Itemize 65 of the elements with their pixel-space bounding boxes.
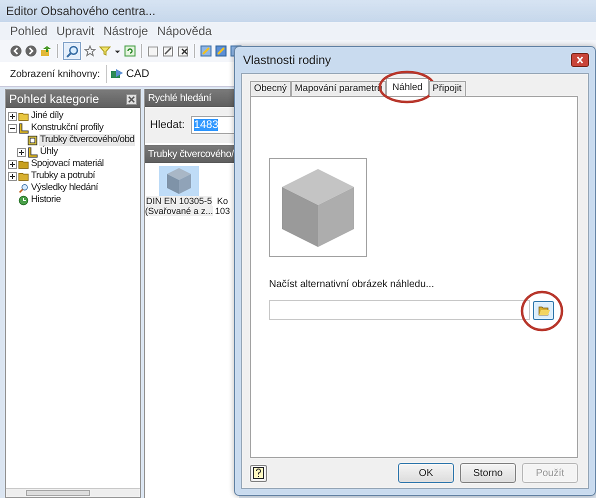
back-icon[interactable] (10, 45, 22, 57)
tree-item[interactable]: Historie (30, 194, 62, 206)
expand-icon[interactable] (8, 112, 17, 120)
square-tube-icon (27, 134, 38, 146)
help-button[interactable] (250, 464, 267, 482)
expand-icon[interactable] (8, 172, 17, 180)
expand-icon[interactable] (17, 148, 26, 156)
help-icon (253, 467, 264, 479)
refresh-icon[interactable] (124, 45, 136, 57)
tree-item[interactable]: Úhly (39, 146, 59, 158)
close-icon[interactable] (571, 53, 589, 67)
tab[interactable]: Obecný (250, 81, 291, 96)
tab[interactable]: Náhled (386, 78, 429, 96)
result-thumbnail[interactable] (159, 166, 200, 196)
file-path-field[interactable] (269, 300, 530, 320)
forward-icon[interactable] (25, 45, 37, 57)
tree-item[interactable]: Výsledky hledání (30, 182, 100, 194)
collapse-icon[interactable] (8, 124, 17, 132)
scroll-bar[interactable] (6, 488, 140, 497)
pencil-icon[interactable] (215, 45, 227, 57)
window-title: Editor Obsahového centra... (6, 4, 156, 18)
cube-icon (166, 167, 192, 195)
edit-icon[interactable] (162, 45, 174, 57)
dialog-button[interactable]: OK (398, 463, 454, 483)
close-icon[interactable] (126, 94, 137, 104)
result-label: Ko (217, 196, 228, 206)
tree-item[interactable]: Trubky a potrubí (30, 170, 96, 182)
browse-button[interactable] (533, 300, 554, 320)
folder-icon (18, 158, 29, 170)
result-label: (Svařované a z... (145, 206, 214, 216)
folder-icon (538, 304, 550, 316)
angle-profile-icon (18, 122, 29, 134)
angle-profile-icon (27, 146, 38, 158)
folder-icon (18, 110, 29, 122)
panel-title: Pohled kategorie (9, 92, 100, 106)
tab[interactable]: Připojit (428, 81, 466, 96)
menu-item[interactable]: Nápověda (157, 24, 212, 38)
star-icon[interactable] (84, 45, 96, 57)
panel-title: Trubky čtvercového/ (148, 148, 234, 160)
menu-item[interactable]: Upravit (56, 24, 94, 38)
tree-item[interactable]: Konstrukční profily (30, 122, 104, 134)
menu-item[interactable]: Pohled (10, 24, 48, 38)
tree-item[interactable]: Trubky čtvercového/obd (39, 134, 136, 146)
folder-icon (18, 170, 29, 182)
result-label: 103 (215, 206, 230, 216)
pencil-icon[interactable] (200, 45, 212, 57)
menu-item[interactable]: Nástroje (103, 24, 148, 38)
tree-item[interactable]: Jiné díly (30, 110, 64, 122)
library-icon (110, 68, 124, 80)
tree-item[interactable]: Spojovací materiál (30, 158, 105, 170)
dialog-title: Vlastnosti rodiny (243, 53, 332, 67)
result-label: DIN EN 10305-5 (146, 196, 212, 206)
search-label: Hledat: (150, 119, 185, 131)
expand-icon[interactable] (8, 160, 17, 168)
library-label: Zobrazení knihovny: (10, 68, 100, 80)
panel-title: Rychlé hledání (148, 92, 212, 104)
search-icon (18, 182, 29, 194)
dialog-button[interactable]: Storno (460, 463, 516, 483)
up-folder-icon[interactable] (40, 45, 52, 57)
highlight-ring (520, 288, 564, 332)
clock-icon (18, 194, 29, 206)
search-button[interactable] (63, 42, 81, 60)
load-image-label: Načíst alternativní obrázek náhledu... (269, 279, 436, 290)
caret-icon[interactable] (114, 48, 121, 54)
delete-icon[interactable] (177, 45, 189, 57)
